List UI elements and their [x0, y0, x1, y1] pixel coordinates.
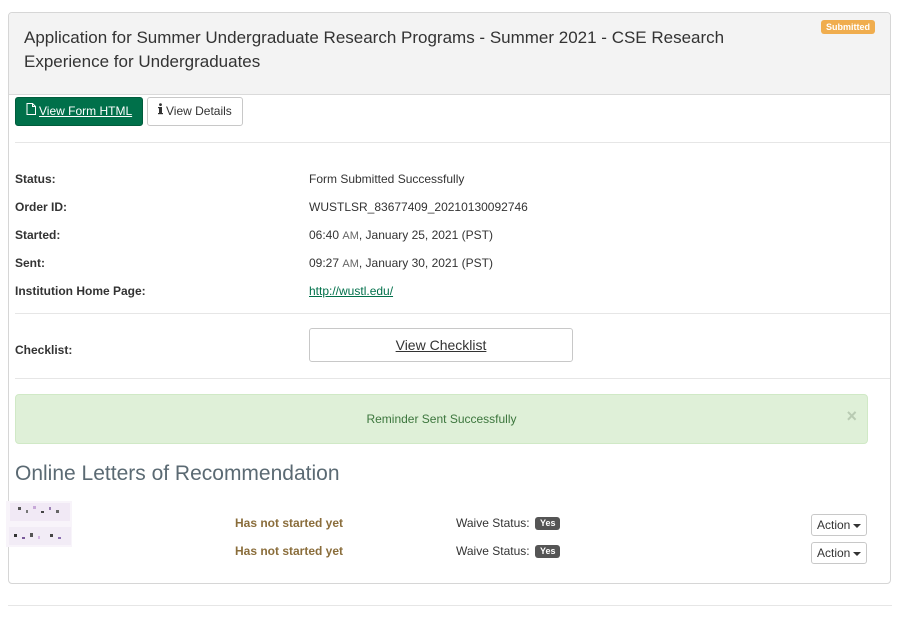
divider [15, 313, 890, 314]
status-value: Form Submitted Successfully [309, 172, 465, 186]
sent-ampm: AM [342, 258, 359, 270]
waive-status-label: Waive Status: [456, 516, 530, 530]
started-value: 06:40 AM, January 25, 2021 (PST) [309, 228, 493, 242]
view-details-label: View Details [166, 104, 232, 118]
home-page-label: Institution Home Page: [15, 284, 146, 298]
action-label: Action [817, 518, 851, 532]
status-badge: Submitted [821, 20, 875, 34]
order-id-value: WUSTLSR_83677409_20210130092746 [309, 200, 528, 214]
order-id-label: Order ID: [15, 200, 68, 214]
view-checklist-label: View Checklist [395, 337, 487, 353]
sent-time: 09:27 [309, 256, 340, 270]
sent-date: , January 30, 2021 (PST) [358, 256, 493, 270]
started-label: Started: [15, 228, 61, 242]
view-form-html-label: View Form HTML [39, 104, 133, 118]
panel-header: Application for Summer Undergraduate Res… [9, 13, 890, 95]
application-title: Application for Summer Undergraduate Res… [24, 28, 725, 71]
started-date: , January 25, 2021 (PST) [358, 228, 493, 242]
action-dropdown-button[interactable]: Action [811, 542, 867, 564]
alert-message: Reminder Sent Successfully [366, 412, 517, 426]
caret-down-icon [853, 551, 862, 556]
started-ampm: AM [342, 230, 359, 242]
divider [15, 378, 890, 379]
view-form-html-button[interactable]: View Form HTML [15, 97, 144, 126]
recommender-avatar [6, 501, 72, 547]
waive-status-label: Waive Status: [456, 544, 530, 558]
file-icon [26, 98, 36, 125]
action-label: Action [817, 546, 851, 560]
started-time: 06:40 [309, 228, 340, 242]
waive-status: Waive Status: Yes [456, 516, 561, 531]
view-details-button[interactable]: View Details [147, 97, 243, 126]
waive-status-badge: Yes [534, 517, 561, 531]
info-icon [158, 98, 163, 125]
institution-home-page-link[interactable]: http://wustl.edu/ [309, 284, 393, 298]
waive-status: Waive Status: Yes [456, 544, 561, 559]
waive-status-badge: Yes [534, 545, 561, 559]
recommendation-status: Has not started yet [235, 516, 344, 530]
divider [8, 605, 892, 606]
sent-label: Sent: [15, 256, 45, 270]
close-icon[interactable]: × [846, 406, 857, 426]
reminder-alert: Reminder Sent Successfully × [15, 394, 868, 444]
recommendations-title: Online Letters of Recommendation [15, 462, 340, 485]
checklist-label: Checklist: [15, 343, 73, 357]
status-label: Status: [15, 172, 56, 186]
divider [15, 142, 890, 143]
recommendation-status: Has not started yet [235, 544, 344, 558]
view-checklist-button[interactable]: View Checklist [309, 328, 573, 362]
sent-value: 09:27 AM, January 30, 2021 (PST) [309, 256, 493, 270]
action-dropdown-button[interactable]: Action [811, 514, 867, 536]
caret-down-icon [853, 523, 862, 528]
